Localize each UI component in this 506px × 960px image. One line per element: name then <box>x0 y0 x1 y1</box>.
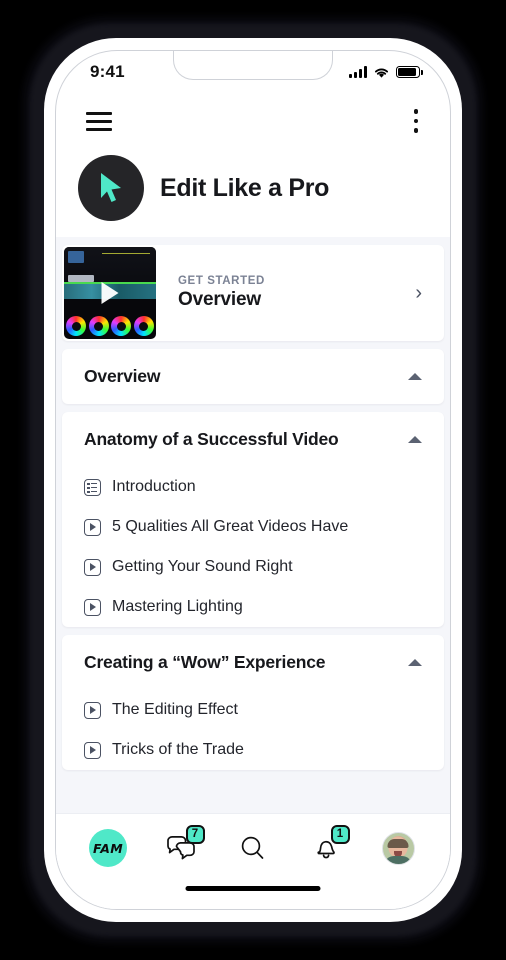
list-item[interactable]: Introduction <box>62 467 444 507</box>
play-box-icon <box>84 741 101 759</box>
play-box-icon <box>84 558 101 576</box>
status-icons <box>349 66 423 79</box>
search-magnifier-icon <box>241 836 264 859</box>
chevron-right-icon[interactable]: › <box>407 282 444 305</box>
featured-text: GET STARTED Overview <box>158 275 407 311</box>
brand-header: Edit Like a Pro <box>56 149 450 231</box>
section-header[interactable]: Overview <box>62 349 444 404</box>
section-wow-experience: Creating a “Wow” Experience The Editing … <box>62 635 444 770</box>
messages-badge: 7 <box>185 825 205 844</box>
list-item-label: Getting Your Sound Right <box>112 558 293 575</box>
notifications-badge: 1 <box>330 825 350 844</box>
bottom-nav-items: FAM 7 1 <box>56 814 450 872</box>
chevron-up-icon[interactable] <box>408 436 422 443</box>
section-anatomy: Anatomy of a Successful Video Introducti… <box>62 412 444 627</box>
section-header[interactable]: Creating a “Wow” Experience <box>62 635 444 690</box>
nav-search[interactable] <box>227 825 279 871</box>
cursor-arrow-logo-icon <box>78 155 144 221</box>
play-triangle-icon[interactable] <box>101 282 119 304</box>
nav-profile[interactable] <box>372 825 424 871</box>
chevron-up-icon[interactable] <box>408 659 422 666</box>
section-title: Overview <box>84 366 161 386</box>
nav-messages[interactable]: 7 <box>155 825 207 871</box>
featured-title: Overview <box>178 289 261 310</box>
list-item[interactable]: Tricks of the Trade <box>62 730 444 770</box>
featured-video-card[interactable]: GET STARTED Overview › <box>62 245 444 341</box>
fam-logo-icon: FAM <box>89 829 127 867</box>
play-box-icon <box>84 701 101 719</box>
status-time: 9:41 <box>90 62 125 81</box>
list-item-label: 5 Qualities All Great Videos Have <box>112 518 349 535</box>
video-editor-thumbnail <box>64 247 156 339</box>
user-avatar <box>381 831 415 865</box>
featured-eyebrow: GET STARTED <box>178 275 265 287</box>
section-title: Anatomy of a Successful Video <box>84 429 339 449</box>
battery-full-icon <box>396 66 423 78</box>
document-list-icon <box>84 478 101 496</box>
play-box-icon <box>84 518 101 536</box>
list-item[interactable]: Mastering Lighting <box>62 587 444 627</box>
hamburger-menu-icon[interactable] <box>86 111 112 131</box>
list-item[interactable]: Getting Your Sound Right <box>62 547 444 587</box>
list-item-label: The Editing Effect <box>112 701 238 718</box>
list-item[interactable]: The Editing Effect <box>62 690 444 730</box>
nav-home-fam[interactable]: FAM <box>82 825 134 871</box>
home-indicator <box>185 885 321 891</box>
list-item-label: Tricks of the Trade <box>112 741 244 758</box>
section-title: Creating a “Wow” Experience <box>84 652 326 672</box>
list-item-label: Mastering Lighting <box>112 598 243 615</box>
page-title: Edit Like a Pro <box>160 173 330 202</box>
status-bar: 9:41 <box>56 51 450 93</box>
section-overview: Overview <box>62 349 444 404</box>
phone-screen: 9:41 Edit Like a Pro GET STARTED Overvie… <box>55 50 451 910</box>
wifi-icon <box>375 68 388 78</box>
app-bar <box>56 93 450 149</box>
play-box-icon <box>84 598 101 616</box>
kebab-menu-icon[interactable] <box>412 105 420 137</box>
nav-notifications[interactable]: 1 <box>300 825 352 871</box>
list-item[interactable]: 5 Qualities All Great Videos Have <box>62 507 444 547</box>
bottom-navigation-bar: FAM 7 1 <box>56 813 450 909</box>
content-scroll-area[interactable]: GET STARTED Overview › Overview Anatomy … <box>56 237 450 909</box>
screenshot-stage: 9:41 Edit Like a Pro GET STARTED Overvie… <box>0 0 506 960</box>
chevron-up-icon[interactable] <box>408 373 422 380</box>
list-item-label: Introduction <box>112 478 196 495</box>
cellular-bars-icon <box>349 66 367 78</box>
section-header[interactable]: Anatomy of a Successful Video <box>62 412 444 467</box>
